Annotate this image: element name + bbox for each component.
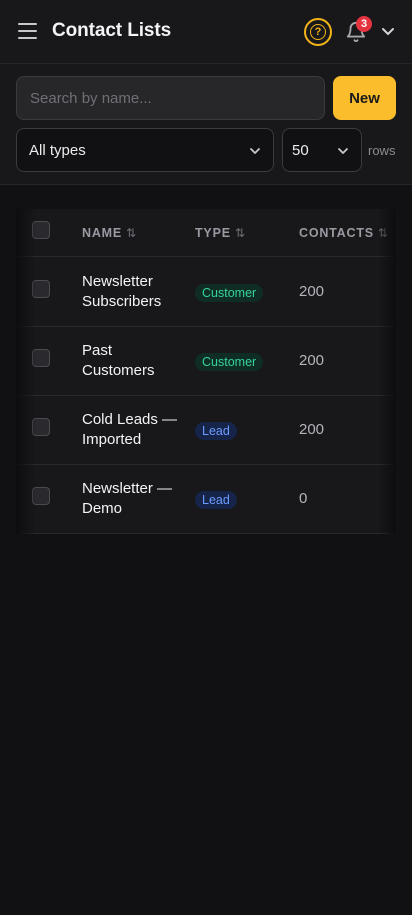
help-icon[interactable]: ?	[304, 18, 332, 46]
row-checkbox[interactable]	[32, 487, 50, 505]
type-filter-select[interactable]: All types	[16, 128, 274, 172]
table-row[interactable]: Past Customers Customer 200	[16, 327, 396, 396]
type-badge: Lead	[195, 491, 237, 509]
table-row[interactable]: Newsletter — Demo Lead 0	[16, 465, 396, 534]
column-name-label: NAME	[82, 226, 123, 240]
type-badge: Customer	[195, 353, 264, 371]
sort-icon: ⇅	[126, 226, 137, 240]
table-header: NAME ⇅ TYPE ⇅ CONTACTS ⇅	[16, 209, 396, 257]
chevron-down-icon[interactable]	[380, 26, 396, 38]
column-header-contacts[interactable]: CONTACTS ⇅	[299, 226, 388, 240]
notification-badge: 3	[356, 16, 372, 32]
sort-icon: ⇅	[377, 226, 388, 240]
app-header: Contact Lists ? 3	[0, 0, 412, 64]
search-input[interactable]	[16, 76, 325, 120]
list-name[interactable]: Past Customers	[82, 341, 182, 381]
contact-count: 200	[299, 352, 325, 369]
list-name[interactable]: Cold Leads — Imported	[82, 410, 182, 450]
column-header-type[interactable]: TYPE ⇅	[195, 226, 245, 240]
rows-per-page-select[interactable]: 50	[282, 128, 362, 172]
contact-count: 200	[299, 283, 325, 300]
contact-lists-table: NAME ⇅ TYPE ⇅ CONTACTS ⇅ Newsletter Subscri…	[16, 209, 396, 534]
list-name[interactable]: Newsletter Subscribers	[82, 272, 182, 312]
contact-count: 200	[299, 421, 325, 438]
new-list-button[interactable]: New	[333, 76, 396, 120]
sort-icon: ⇅	[234, 226, 245, 240]
rows-label: rows	[368, 143, 396, 158]
column-contacts-label: CONTACTS	[299, 226, 374, 240]
page-title: Contact Lists	[52, 20, 172, 41]
type-badge: Customer	[195, 284, 264, 302]
filter-bar: New All types 50 rows	[0, 64, 412, 185]
type-badge: Lead	[195, 422, 237, 440]
chevron-down-icon	[338, 148, 348, 154]
chevron-down-icon	[250, 148, 260, 154]
column-type-label: TYPE	[195, 226, 231, 240]
row-checkbox[interactable]	[32, 280, 50, 298]
menu-icon[interactable]	[18, 23, 38, 41]
table-row[interactable]: Cold Leads — Imported Lead 200	[16, 396, 396, 465]
row-checkbox[interactable]	[32, 349, 50, 367]
type-filter-value: All types	[29, 141, 86, 159]
column-header-name[interactable]: NAME ⇅	[82, 226, 136, 240]
select-all-checkbox[interactable]	[32, 221, 50, 239]
row-checkbox[interactable]	[32, 418, 50, 436]
list-name[interactable]: Newsletter — Demo	[82, 479, 182, 519]
help-glyph: ?	[310, 24, 326, 40]
table-row[interactable]: Newsletter Subscribers Customer 200	[16, 258, 396, 327]
contact-count: 0	[299, 490, 308, 507]
rows-per-page-value: 50	[292, 141, 309, 159]
